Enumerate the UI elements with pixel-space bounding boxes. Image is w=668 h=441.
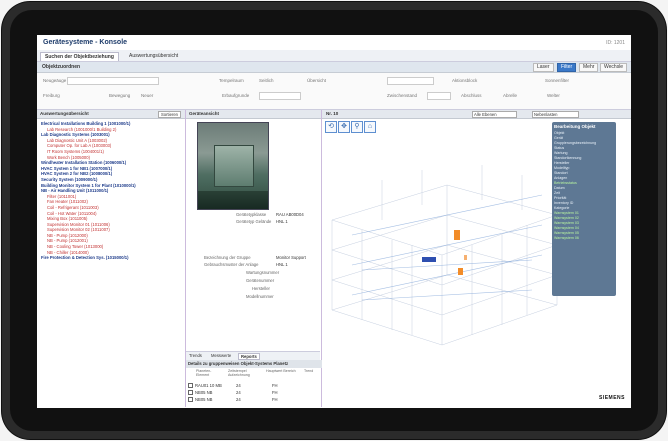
viewer-toolbar: Nr. 10 Alle Ebenen Nebenlasten xyxy=(322,110,631,119)
tab-trends[interactable]: Trends xyxy=(189,353,202,358)
info-rows: Objekt Gerät Gruppierungsbezeichnung Status… xyxy=(554,131,614,241)
level-dropdown[interactable]: Alle Ebenen xyxy=(472,111,517,118)
form-label: Übersicht xyxy=(307,78,327,83)
form-label: Neuer xyxy=(141,93,154,98)
row-id: NB05 NB xyxy=(195,390,213,395)
detail-panel-header: Geräteansicht xyxy=(186,110,321,119)
row-value: FH xyxy=(272,397,278,402)
info-row: Warnsystem 06 xyxy=(554,236,579,240)
building-3d-viewer[interactable]: Nr. 10 Alle Ebenen Nebenlasten ⟲ ✥ ⚲ ⌂ B… xyxy=(322,110,631,407)
prop-value: HNL 1 xyxy=(276,219,288,224)
main-tabs: Suchen der Objektbeziehung Auswertungsüb… xyxy=(37,50,631,62)
tab-reports[interactable]: Reports xyxy=(238,353,260,360)
form-label: Welter xyxy=(547,93,560,98)
prop-value: HNL 1 xyxy=(276,262,288,267)
row-value: FH xyxy=(272,383,278,388)
laser-button[interactable]: Laser xyxy=(533,63,554,72)
tab-measurements[interactable]: Messwerte xyxy=(211,353,231,358)
table-title: Details zu gruppenweisen Objekt-Systems … xyxy=(186,360,322,368)
form-field[interactable] xyxy=(427,92,451,100)
selected-equipment[interactable] xyxy=(422,257,436,262)
layer-dropdown[interactable]: Nebenlasten xyxy=(532,111,579,118)
row-checkbox[interactable] xyxy=(188,390,193,396)
filter-form: Neugeäuge Tempelraum Seitlich Übersicht … xyxy=(37,73,631,110)
equipment-door xyxy=(214,145,254,187)
form-label: Abrelle xyxy=(503,93,518,98)
row-value: 24 xyxy=(236,390,241,395)
app-screen: Gerätesysteme - Konsole ID: 1201 Suchen … xyxy=(37,35,631,408)
table-row[interactable]: NB05 NB 24 FH xyxy=(188,390,318,396)
tab-overview[interactable]: Auswertungsübersicht xyxy=(125,52,182,60)
filter-button[interactable]: Filter xyxy=(557,63,577,72)
sort-dropdown[interactable]: Sortieren xyxy=(158,111,181,118)
title-bar: Gerätesysteme - Konsole ID: 1201 xyxy=(37,35,631,51)
equipment-photo xyxy=(197,122,269,210)
tab-search[interactable]: Suchen der Objektbeziehung xyxy=(40,52,119,61)
highlighted-equipment[interactable] xyxy=(464,255,467,260)
prop-key: Gerätenummer xyxy=(246,278,275,283)
prop-key: Gerätetyp Gelände xyxy=(236,219,272,224)
row-value: FH xyxy=(272,390,278,395)
row-id: NB05 NB xyxy=(195,397,213,402)
info-title: Bearbeitung Objekt xyxy=(554,124,596,129)
prop-key: Wartungsnummer xyxy=(246,270,280,275)
section-bar: Objektzuordnen Laser Filter Mehr Wechsle xyxy=(37,62,631,73)
form-label: Zwischenstand xyxy=(387,93,418,98)
form-label: Aktionsblock xyxy=(452,78,478,83)
form-label: Erbaufgrunde xyxy=(222,93,250,98)
form-label: Abschluss xyxy=(461,93,482,98)
form-field[interactable] xyxy=(259,92,301,100)
prop-key: Gebrauchsmuster der Anlage xyxy=(204,262,259,267)
row-checkbox[interactable] xyxy=(188,397,193,403)
column-header: Zeitstempel Aufzeichnung xyxy=(228,369,250,377)
prop-key: Gerätetypklasse xyxy=(236,212,267,217)
tree-panel: Auswertungsübersicht Sortieren Electrica… xyxy=(37,110,186,407)
row-id: RAU01 10 MB xyxy=(195,383,222,388)
section-label: Objektzuordnen xyxy=(42,64,81,70)
prop-key: Hersteller xyxy=(252,286,270,291)
prop-key: Bezeichnung der Gruppe xyxy=(204,255,251,260)
form-label: Bewegung xyxy=(109,93,131,98)
prop-value: RAU AB00D04 xyxy=(276,212,304,217)
form-label: Tempelraum xyxy=(219,78,244,83)
prop-value: Monitor Support xyxy=(276,255,306,260)
form-field[interactable] xyxy=(67,77,159,85)
row-checkbox[interactable] xyxy=(188,383,193,389)
more-button[interactable]: Mehr xyxy=(579,63,599,72)
table-header-row: Planeten-Element Zeitstempel Aufzeichnun… xyxy=(188,369,318,381)
column-header: Hauptwert Bereich xyxy=(266,369,296,373)
building-wireframe[interactable] xyxy=(322,130,562,370)
column-header: Planeten-Element xyxy=(196,369,212,377)
prop-key: Modellnummer xyxy=(246,294,274,299)
form-field[interactable] xyxy=(387,77,434,85)
form-label: Freiburg xyxy=(43,93,60,98)
table-row[interactable]: NB05 NB 24 FH xyxy=(188,397,318,403)
row-value: 24 xyxy=(236,383,241,388)
highlighted-equipment[interactable] xyxy=(454,230,460,240)
viewer-label: Nr. 10 xyxy=(326,111,339,116)
form-label: Seitlich xyxy=(259,78,274,83)
highlighted-equipment[interactable] xyxy=(458,268,463,275)
user-id: ID: 1201 xyxy=(606,40,625,46)
app-title: Gerätesysteme - Konsole xyxy=(43,39,128,46)
photo-floor xyxy=(198,191,268,209)
row-value: 24 xyxy=(236,397,241,402)
form-label: Sonnenfilter xyxy=(545,78,570,83)
tree-item[interactable]: Fire Protection & Detection Sys. (101500… xyxy=(39,255,183,261)
brand-logo: SIEMENS xyxy=(598,395,625,401)
form-label: Neugeäuge xyxy=(43,78,67,83)
table-row[interactable]: RAU01 10 MB 24 FH xyxy=(188,383,318,389)
object-info-panel: Bearbeitung Objekt Objekt Gerät Gruppierun… xyxy=(552,122,616,296)
column-header: Trend xyxy=(304,369,314,373)
detail-panel: Geräteansicht Gerätetypklasse RAU AB00D0… xyxy=(186,110,322,407)
object-tree: Electrical Installations Building 1 (100… xyxy=(39,121,183,261)
switch-button[interactable]: Wechsle xyxy=(600,63,628,72)
